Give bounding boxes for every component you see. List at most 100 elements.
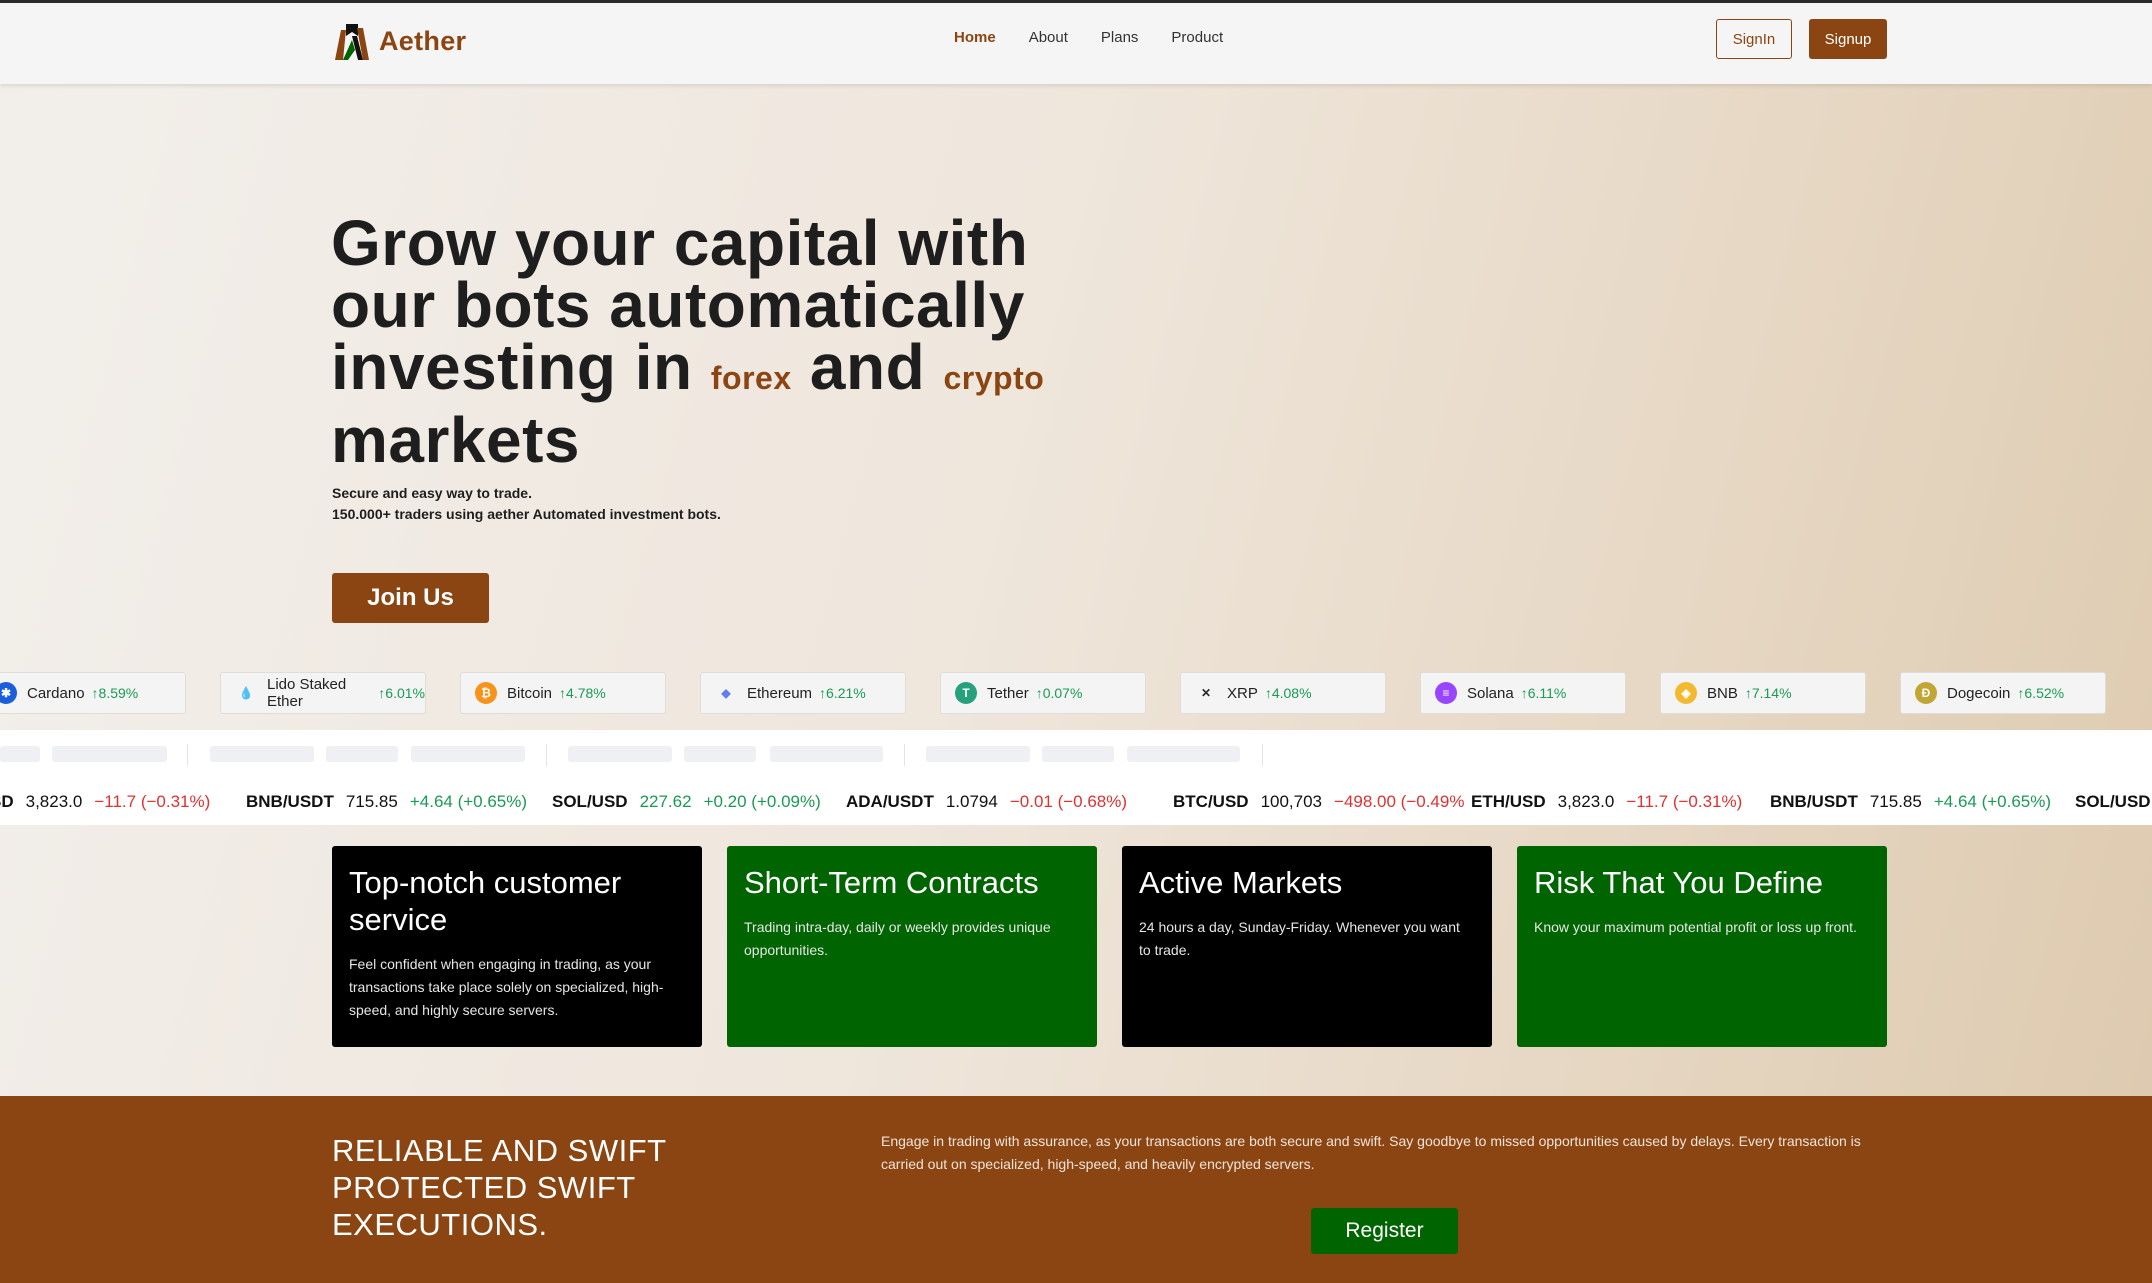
coin-change: ↑6.11% <box>1520 685 1567 701</box>
feature-text: Feel confident when engaging in trading,… <box>349 956 664 1018</box>
ticker-row: SD 3,823.0 −11.7 (−0.31%) BNB/USDT 715.85 +4.… <box>0 792 2152 822</box>
feature-card-active-markets: Active Markets 24 hours a day, Sunday-Fr… <box>1122 846 1492 1047</box>
nav-home[interactable]: Home <box>954 29 996 46</box>
ticker-symbol: BNB/USDT <box>1770 792 1858 811</box>
skeleton-bar <box>1127 746 1240 762</box>
coin-name: Cardano <box>27 684 85 702</box>
coin-card-bitcoin[interactable]: ₿ Bitcoin ↑4.78% <box>460 672 666 714</box>
coin-change: ↑6.52% <box>2017 685 2065 701</box>
ticker-price: 227.62 <box>639 792 692 811</box>
nav-about[interactable]: About <box>1029 29 1068 46</box>
coin-change: ↑0.07% <box>1035 685 1083 701</box>
hero-subtitle-line1: Secure and easy way to trade. <box>332 485 532 501</box>
coin-change: ↑6.01% <box>378 685 425 701</box>
coin-name: BNB <box>1707 684 1738 702</box>
ticker-symbol: SOL/USD <box>2075 792 2151 811</box>
skeleton-bar <box>684 746 756 762</box>
brand-logo[interactable]: Aether <box>335 22 466 60</box>
ticker-price: 3,823.0 <box>1557 792 1615 811</box>
bitcoin-icon: ₿ <box>475 682 497 704</box>
coin-change: ↑4.08% <box>1264 685 1312 701</box>
xrp-icon: ✕ <box>1200 686 1212 700</box>
ticker-symbol: BTC/USD <box>1173 792 1249 811</box>
ticker-item[interactable]: SOL/USD 227.62 +0.20 (+0.09%) <box>552 792 821 812</box>
skeleton-bar <box>568 746 672 762</box>
feature-title: Risk That You Define <box>1534 865 1823 900</box>
ticker-item[interactable]: BTC/USD 100,703 −498.00 (−0.49% <box>1173 792 1464 812</box>
ticker-change: +4.64 (+0.65%) <box>1933 792 2052 811</box>
hero-highlight-crypto: crypto <box>943 360 1045 396</box>
ticker-price: 715.85 <box>1869 792 1922 811</box>
coin-card-lido-staked-ether[interactable]: 💧 Lido Staked Ether ↑6.01% <box>220 672 426 714</box>
ticker-item[interactable]: SOL/USD <box>2075 792 2152 812</box>
skeleton-bar <box>1042 746 1114 762</box>
cardano-icon: ✱ <box>0 682 17 704</box>
feature-text: Know your maximum potential profit or lo… <box>1534 919 1857 935</box>
coin-price-strip: ✱ Cardano ↑8.59% 💧 Lido Staked Ether ↑6.01% ₿ B… <box>0 672 2152 714</box>
hero-subtitle-line2: 150.000+ traders using aether Automated … <box>332 506 721 522</box>
skeleton-bar <box>210 746 314 762</box>
ticker-price: 1.0794 <box>945 792 998 811</box>
ticker-price: 715.85 <box>345 792 398 811</box>
nav-product[interactable]: Product <box>1171 29 1223 46</box>
coin-card-bnb[interactable]: ◈ BNB ↑7.14% <box>1660 672 1866 714</box>
ticker-change: −0.01 (−0.68%) <box>1009 792 1128 811</box>
feature-card-risk: Risk That You Define Know your maximum p… <box>1517 846 1887 1047</box>
ticker-tape: SD 3,823.0 −11.7 (−0.31%) BNB/USDT 715.85 +4.… <box>0 730 2152 825</box>
skeleton-divider <box>546 744 547 766</box>
feature-title: Top-notch customer service <box>349 865 622 937</box>
ticker-item[interactable]: BNB/USDT 715.85 +4.64 (+0.65%) <box>246 792 527 812</box>
tether-icon: T <box>955 682 977 704</box>
feature-title: Short-Term Contracts <box>744 865 1039 900</box>
lido-icon: 💧 <box>238 686 254 700</box>
hero-subtitle: Secure and easy way to trade. 150.000+ t… <box>332 483 721 525</box>
ticker-item[interactable]: ETH/USD 3,823.0 −11.7 (−0.31%) <box>1471 792 1742 812</box>
coin-card-solana[interactable]: ≡ Solana ↑6.11% <box>1420 672 1626 714</box>
skeleton-bar <box>770 746 883 762</box>
coin-card-xrp[interactable]: ✕ XRP ↑4.08% <box>1180 672 1386 714</box>
coin-name: Dogecoin <box>1947 684 2011 702</box>
feature-card-customer-service: Top-notch customer service Feel confiden… <box>332 846 702 1047</box>
ticker-item[interactable]: ADA/USDT 1.0794 −0.01 (−0.68%) <box>846 792 1127 812</box>
ticker-symbol: BNB/USDT <box>246 792 334 811</box>
hero-title: Grow your capital with our bots automati… <box>331 211 1091 472</box>
nav-plans[interactable]: Plans <box>1101 29 1139 46</box>
signin-button[interactable]: SignIn <box>1716 19 1792 59</box>
feature-text: 24 hours a day, Sunday-Friday. Whenever … <box>1139 919 1460 958</box>
join-us-button[interactable]: Join Us <box>332 573 489 623</box>
ticker-symbol: ADA/USDT <box>846 792 934 811</box>
coin-card-ethereum[interactable]: ◆ Ethereum ↑6.21% <box>700 672 906 714</box>
executions-banner: RELIABLE AND SWIFT PROTECTED SWIFT EXECU… <box>0 1096 2152 1283</box>
hero-highlight-forex: forex <box>710 360 792 396</box>
ticker-price: 100,703 <box>1260 792 1323 811</box>
navbar: Aether Home About Plans Product SignIn S… <box>0 3 2152 84</box>
coin-name: Ethereum <box>747 684 813 702</box>
hero-title-and: and <box>809 331 926 403</box>
feature-card-short-term: Short-Term Contracts Trading intra-day, … <box>727 846 1097 1047</box>
register-button[interactable]: Register <box>1311 1208 1458 1254</box>
coin-name: Lido Staked Ether <box>267 676 347 710</box>
coin-change: ↑7.14% <box>1744 685 1792 701</box>
ticker-symbol: SOL/USD <box>552 792 628 811</box>
coin-card-cardano[interactable]: ✱ Cardano ↑8.59% <box>0 672 186 714</box>
feature-title: Active Markets <box>1139 865 1343 900</box>
main-nav: Home About Plans Product <box>954 29 1223 46</box>
coin-card-tether[interactable]: T Tether ↑0.07% <box>940 672 1146 714</box>
signup-button[interactable]: Signup <box>1809 19 1887 59</box>
ticker-item[interactable]: SD 3,823.0 −11.7 (−0.31%) <box>0 792 210 812</box>
dogecoin-icon: Ð <box>1915 682 1937 704</box>
ticker-change: −498.00 (−0.49% <box>1334 792 1465 811</box>
skeleton-bar <box>926 746 1030 762</box>
ticker-symbol: ETH/USD <box>1471 792 1546 811</box>
coin-name: Bitcoin <box>507 684 553 702</box>
skeleton-bar <box>52 746 167 762</box>
ticker-item[interactable]: BNB/USDT 715.85 +4.64 (+0.65%) <box>1770 792 2051 812</box>
skeleton-divider <box>1262 744 1263 766</box>
coin-change: ↑8.59% <box>91 685 139 701</box>
coin-change: ↑4.78% <box>559 685 606 701</box>
solana-icon: ≡ <box>1435 682 1457 704</box>
ticker-change: −11.7 (−0.31%) <box>94 792 211 811</box>
coin-card-dogecoin[interactable]: Ð Dogecoin ↑6.52% <box>1900 672 2106 714</box>
skeleton-bar <box>411 746 525 762</box>
ticker-price: 3,823.0 <box>25 792 83 811</box>
